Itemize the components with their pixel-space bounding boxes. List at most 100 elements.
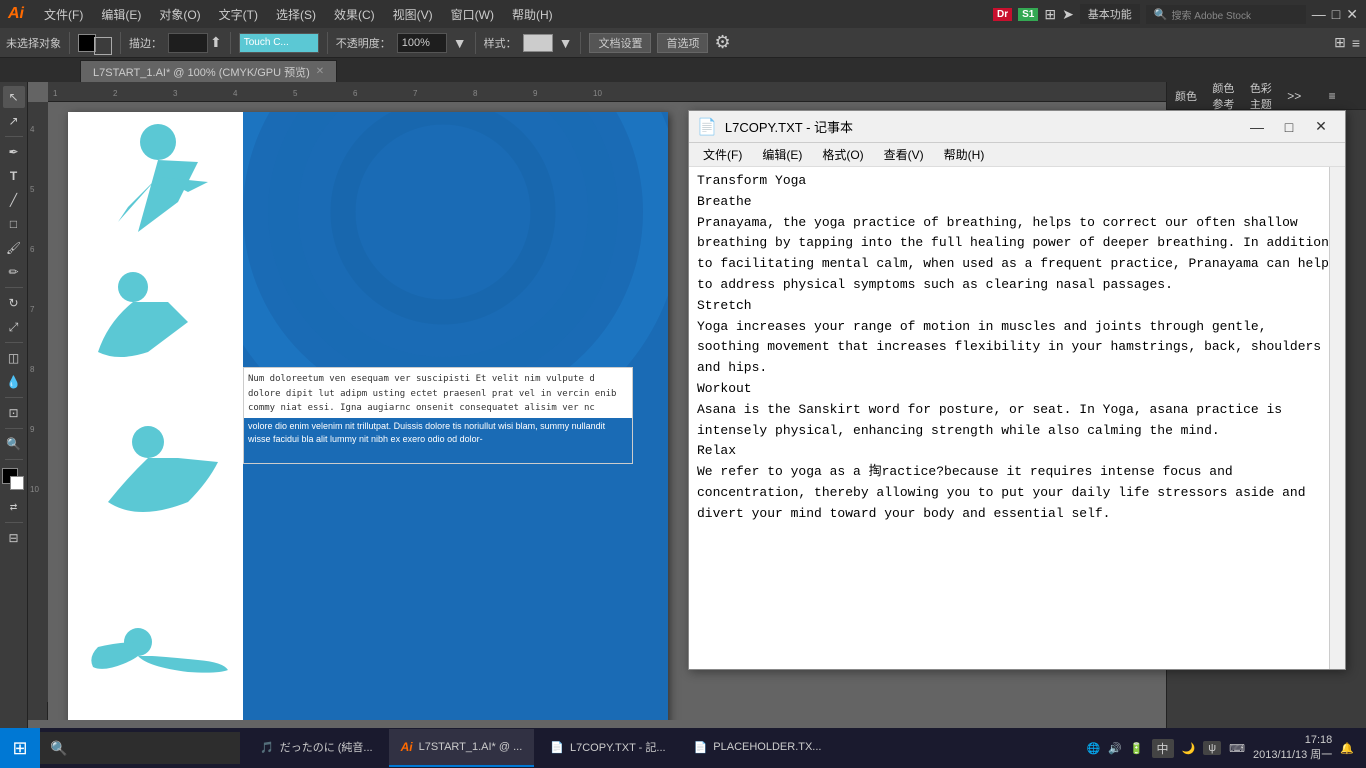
maximize-btn[interactable]: □ [1332,6,1340,22]
gradient-tool[interactable]: ◫ [3,347,25,369]
opacity-input[interactable] [397,33,447,53]
clock-date: 2013/11/13 周一 [1253,748,1332,763]
artboard-left [68,112,243,720]
toolbar-extra-btn[interactable]: ⚙ [714,32,730,53]
notepad-menu-file[interactable]: 文件(F) [693,144,752,165]
document-tab[interactable]: L7START_1.AI* @ 100% (CMYK/GPU 预览) ✕ [80,60,337,82]
selection-label: 未选择对象 [6,35,61,51]
menu-object[interactable]: 对象(O) [151,4,208,25]
yoga-figure-2 [68,262,243,382]
svg-text:4: 4 [30,125,35,134]
notepad-scrollbar[interactable] [1329,167,1345,669]
notepad-close-btn[interactable]: ✕ [1305,112,1337,142]
notepad1-label: L7COPY.TXT - 記... [570,739,666,755]
title-bar: Ai 文件(F) 编辑(E) 对象(O) 文字(T) 选择(S) 效果(C) 视… [0,0,1366,28]
eyedropper-tool[interactable]: 💧 [3,371,25,393]
svg-text:7: 7 [413,89,418,98]
ruler-vertical: 4 5 6 7 8 9 10 [28,102,48,720]
start-button[interactable]: ⊞ [0,728,40,768]
menu-select[interactable]: 选择(S) [268,4,324,25]
menu-bar: 文件(F) 编辑(E) 对象(O) 文字(T) 选择(S) 效果(C) 视图(V… [36,4,993,25]
select-tool[interactable]: ↖ [3,86,25,108]
taskbar-icon-sound: 🔊 [1108,742,1122,755]
swap-colors-btn[interactable]: ⇄ [3,496,25,518]
notepad-menu-edit[interactable]: 编辑(E) [752,144,812,165]
taskbar-app-notepad1[interactable]: 📄 L7COPY.TXT - 記... [538,729,677,767]
taskbar-app-notepad2[interactable]: 📄 PLACEHOLDER.TX... [682,729,834,767]
artboard-selected-text: volore dio enim velenim nit trillutpat. … [244,418,632,463]
panel-expand-btn[interactable]: >> [1287,89,1316,103]
color-swatches [2,468,26,494]
stroke-color-swatch[interactable] [94,37,112,55]
notepad-textarea[interactable]: Transform Yoga Breathe Pranayama, the yo… [689,167,1345,669]
tab-close-btn[interactable]: ✕ [316,66,324,77]
taskbar-search[interactable]: 🔍 [40,732,240,764]
taskbar-app-illustrator[interactable]: Ai L7START_1.AI* @ ... [389,729,535,767]
menu-file[interactable]: 文件(F) [36,4,91,25]
color-panel-header: 颜色 颜色参考 色彩主题 >> ≡ [1167,82,1366,110]
arrow-icon[interactable]: ➤ [1062,6,1074,23]
minimize-btn[interactable]: — [1312,6,1326,22]
color-panel-label: 颜色 [1175,88,1204,104]
rect-tool[interactable]: □ [3,213,25,235]
notepad-menu-view[interactable]: 查看(V) [874,144,934,165]
stroke-swatch[interactable] [10,476,24,490]
stroke-label: 描边： [129,35,162,51]
plugin-icon-2[interactable]: S1 [1018,8,1038,21]
menu-window[interactable]: 窗口(W) [443,4,502,25]
notepad-menu-help[interactable]: 帮助(H) [934,144,995,165]
rotate-tool[interactable]: ↻ [3,292,25,314]
opacity-dropdown-icon[interactable]: ▼ [453,35,467,51]
paintbrush-tool[interactable]: 🖌 [3,237,25,259]
artboard-tool[interactable]: ⊡ [3,402,25,424]
close-btn[interactable]: ✕ [1346,6,1358,23]
type-tool[interactable]: T [3,165,25,187]
panel-toggle-2[interactable]: ≡ [1352,35,1360,51]
preferences-btn[interactable]: 首选项 [657,33,708,53]
screen-mode-btn[interactable]: ⊟ [3,527,25,549]
menu-help[interactable]: 帮助(H) [504,4,561,25]
window-controls: — □ ✕ [1241,112,1337,142]
panel-toggle-1[interactable]: ⊞ [1334,34,1346,51]
taskbar-app-music[interactable]: 🎵 だったのに (純音... [248,729,385,767]
clock[interactable]: 17:18 2013/11/13 周一 [1253,733,1332,764]
stock-search[interactable]: 🔍 搜索 Adobe Stock [1146,5,1306,24]
menu-text[interactable]: 文字(T) [211,4,266,25]
svg-text:1: 1 [53,89,58,98]
stroke-weight-control[interactable]: ⬆ [168,33,222,53]
line-tool[interactable]: ╱ [3,189,25,211]
brush-preview[interactable]: Touch C... [239,33,319,53]
pen-tool[interactable]: ✒ [3,141,25,163]
doc-settings-btn[interactable]: 文档设置 [589,33,651,53]
menu-edit[interactable]: 编辑(E) [93,4,149,25]
svg-text:8: 8 [30,365,35,374]
basic-function-btn[interactable]: 基本功能 [1080,4,1140,24]
notepad2-icon: 📄 [694,741,708,754]
zoom-tool[interactable]: 🔍 [3,433,25,455]
color-ref-panel-label: 颜色参考 [1212,80,1241,112]
menu-view[interactable]: 视图(V) [385,4,441,25]
windows-icon: ⊞ [12,738,27,759]
artboard-text-box: Num doloreetum ven esequam ver suscipist… [243,367,633,464]
ime-indicator-2[interactable]: ψ [1203,741,1221,755]
taskbar: ⊞ 🔍 🎵 だったのに (純音... Ai L7START_1.AI* @ ..… [0,728,1366,768]
keyboard-icon: ⌨ [1229,742,1245,755]
pencil-tool[interactable]: ✏ [3,261,25,283]
panel-menu-btn[interactable]: ≡ [1329,89,1358,103]
style-dropdown-icon[interactable]: ▼ [559,35,573,51]
ime-indicator[interactable]: 中 [1152,739,1174,758]
menu-effect[interactable]: 效果(C) [326,4,383,25]
notification-icon[interactable]: 🔔 [1340,742,1354,755]
scale-tool[interactable]: ⤢ [3,316,25,338]
notepad-maximize-btn[interactable]: □ [1273,112,1305,142]
plugin-icon-1[interactable]: Dr [993,8,1012,21]
stroke-weight-input[interactable] [168,33,208,53]
style-preview[interactable] [523,34,553,52]
toolbox: ↖ ↗ ✒ T ╱ □ 🖌 ✏ ↻ ⤢ ◫ 💧 ⊡ 🔍 ⇄ [0,82,28,740]
notepad-minimize-btn[interactable]: — [1241,112,1273,142]
grid-icon[interactable]: ⊞ [1044,6,1056,23]
notepad-title: L7COPY.TXT - 记事本 [725,117,1233,136]
direct-select-tool[interactable]: ↗ [3,110,25,132]
stroke-weight-up[interactable]: ⬆ [210,34,222,51]
notepad-menu-format[interactable]: 格式(O) [812,144,873,165]
